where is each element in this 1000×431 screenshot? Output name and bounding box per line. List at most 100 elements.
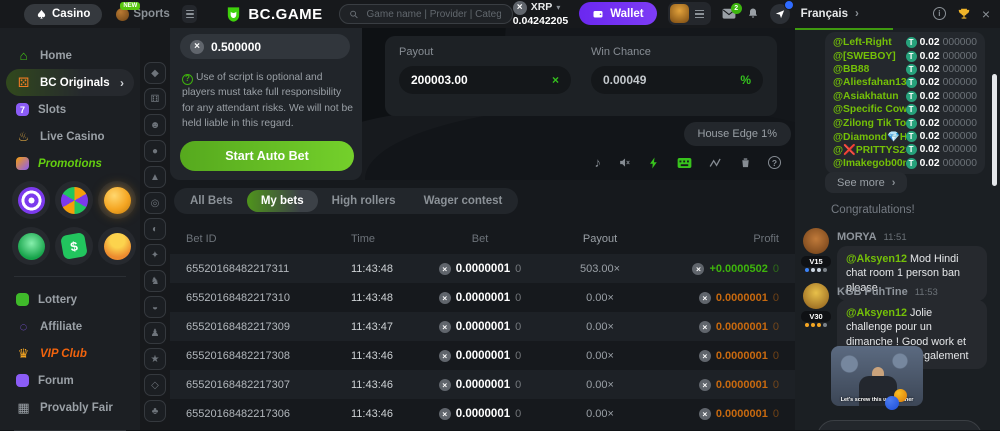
sidebar-item-lottery[interactable]: Lottery bbox=[0, 286, 140, 313]
promo-tile[interactable]: $ bbox=[55, 227, 93, 265]
language-selector[interactable]: Français › bbox=[801, 8, 859, 20]
emoji-reaction-blue[interactable] bbox=[885, 396, 899, 410]
table-row[interactable]: 6552016848221730711:43:46×0.000000100.00… bbox=[170, 370, 795, 399]
game-icon[interactable]: ☻ bbox=[144, 114, 166, 136]
music-button[interactable]: ♪ bbox=[595, 155, 602, 170]
rain-mention-row: @Diamond💎Hu...T0.02000000 bbox=[833, 130, 977, 143]
amount-value: 0.02 bbox=[920, 77, 940, 88]
chevron-right-icon: › bbox=[855, 8, 859, 20]
promo-tile[interactable] bbox=[55, 181, 93, 219]
table-row[interactable]: 6552016848221730611:43:46×0.000000100.00… bbox=[170, 399, 795, 428]
mention-link[interactable]: @Aksyen12 bbox=[846, 253, 907, 265]
sidebar-item-affiliate[interactable]: ◌Affiliate bbox=[0, 313, 140, 340]
mention-username[interactable]: @Diamond💎Hu... bbox=[833, 130, 906, 143]
sidebar-item-label: VIP Club bbox=[40, 348, 87, 360]
house-edge-badge: House Edge 1% bbox=[684, 122, 792, 146]
help-button[interactable]: ? bbox=[768, 156, 781, 169]
game-icon[interactable]: ◎ bbox=[144, 192, 166, 214]
table-row[interactable]: 6552016848221731111:43:48×0.00000010503.… bbox=[170, 254, 795, 283]
tab-wager-contest[interactable]: Wager contest bbox=[410, 190, 517, 212]
table-row[interactable]: 6552016848221730811:43:46×0.000000100.00… bbox=[170, 341, 795, 370]
site-logo[interactable]: BC.GAME bbox=[225, 6, 322, 23]
mention-username[interactable]: @Left-Right bbox=[833, 37, 892, 48]
chat-toggle-button[interactable] bbox=[770, 4, 790, 24]
game-icon[interactable]: ★ bbox=[144, 348, 166, 370]
game-icon[interactable]: ◆ bbox=[144, 62, 166, 84]
see-more-button[interactable]: See more› bbox=[825, 172, 907, 193]
sidebar-item-vip-club[interactable]: ♛VIP Club bbox=[0, 340, 140, 367]
sidebar-item-forum[interactable]: Forum bbox=[0, 367, 140, 394]
sidebar-item-provably-fair[interactable]: ▦Provably Fair bbox=[0, 394, 140, 421]
sidebar-item-home[interactable]: ⌂Home bbox=[0, 42, 140, 69]
mention-username[interactable]: @Specific Cowden bbox=[833, 104, 906, 115]
game-icon[interactable]: ♟ bbox=[144, 322, 166, 344]
chat-scrollbar[interactable] bbox=[992, 74, 997, 186]
tab-my-bets[interactable]: My bets bbox=[247, 190, 318, 212]
clear-history-button[interactable] bbox=[740, 156, 751, 169]
amount-value: 0.02 bbox=[920, 91, 940, 102]
table-row[interactable]: 6552016848221731011:43:48×0.000000100.00… bbox=[170, 283, 795, 312]
game-icon[interactable]: ◇ bbox=[144, 374, 166, 396]
game-icon[interactable]: ♣ bbox=[144, 400, 166, 422]
payout-input[interactable]: 200003.00 × bbox=[399, 66, 571, 94]
table-row[interactable]: 6552016848221730911:43:47×0.000000100.00… bbox=[170, 312, 795, 341]
user-menu[interactable] bbox=[668, 2, 711, 25]
avatar[interactable] bbox=[803, 228, 829, 254]
mention-username[interactable]: @❌PRITTYS233❌ bbox=[833, 143, 906, 156]
wallet-button[interactable]: Wallet bbox=[579, 2, 656, 25]
promo-tile[interactable] bbox=[12, 181, 50, 219]
hotkeys-button[interactable] bbox=[677, 157, 692, 169]
mention-username[interactable]: @Asiakhatun bbox=[833, 91, 899, 102]
tab-high-rollers[interactable]: High rollers bbox=[318, 190, 410, 212]
clear-icon[interactable]: × bbox=[552, 73, 559, 87]
game-icon[interactable]: ◒ bbox=[144, 296, 166, 318]
turbo-button[interactable] bbox=[648, 156, 660, 170]
game-icon[interactable]: ● bbox=[144, 140, 166, 162]
sidebar-item-label: Lottery bbox=[38, 294, 77, 306]
live-casino-icon: ♨ bbox=[16, 129, 31, 144]
game-icon[interactable]: ▲ bbox=[144, 166, 166, 188]
sidebar-item-live-casino[interactable]: ♨Live Casino bbox=[0, 123, 140, 150]
mention-link[interactable]: @Aksyen12 bbox=[846, 307, 907, 319]
inbox-button[interactable]: 2 bbox=[722, 8, 736, 20]
amount-value: 0.02 bbox=[920, 51, 940, 62]
forum-icon bbox=[16, 374, 29, 387]
promo-tile[interactable] bbox=[12, 227, 50, 265]
game-search[interactable] bbox=[339, 4, 513, 24]
avatar[interactable] bbox=[803, 283, 829, 309]
win-chance-input[interactable]: 0.00049 % bbox=[591, 66, 763, 94]
mention-username[interactable]: @BB88 bbox=[833, 64, 869, 75]
promo-tile[interactable] bbox=[98, 227, 136, 265]
game-icon[interactable]: ⚅ bbox=[144, 88, 166, 110]
search-input[interactable] bbox=[365, 8, 503, 21]
menu-button[interactable] bbox=[182, 5, 198, 23]
sound-button[interactable] bbox=[618, 156, 631, 169]
sidebar-item-promotions[interactable]: Promotions bbox=[0, 150, 140, 177]
info-button[interactable]: i bbox=[933, 7, 946, 20]
promo-tile[interactable] bbox=[98, 181, 136, 219]
notifications-button[interactable] bbox=[747, 7, 759, 20]
game-icon[interactable]: ✦ bbox=[144, 244, 166, 266]
trends-button[interactable] bbox=[709, 157, 723, 169]
mention-username[interactable]: @Imakegob00m... bbox=[833, 158, 906, 169]
profit-value: 0.0000001 bbox=[716, 321, 768, 333]
tab-all-bets[interactable]: All Bets bbox=[176, 190, 247, 212]
sports-toggle[interactable]: NEW Sports bbox=[116, 8, 169, 21]
sidebar-item-slots[interactable]: 7Slots bbox=[0, 96, 140, 123]
start-auto-bet-button[interactable]: Start Auto Bet bbox=[180, 141, 354, 171]
close-icon[interactable]: × bbox=[982, 6, 990, 22]
chat-gif-attachment[interactable]: Let's screw this up together bbox=[831, 346, 923, 406]
balance-selector[interactable]: × XRP ▾ 0.04242205 bbox=[513, 1, 568, 27]
mention-username[interactable]: @Aliesfahan1363 bbox=[833, 77, 906, 88]
rewards-button[interactable] bbox=[957, 7, 971, 21]
game-icon[interactable]: ♞ bbox=[144, 270, 166, 292]
bet-amount-input[interactable]: × 0.500000 bbox=[180, 34, 350, 59]
profit-value: 0.0000001 bbox=[716, 350, 768, 362]
game-icon[interactable]: ◐ bbox=[144, 218, 166, 240]
mention-username[interactable]: @Zilong Tik Tok bbox=[833, 118, 906, 129]
sidebar-item-bc-originals[interactable]: ⚄BC Originals› bbox=[6, 69, 134, 96]
chat-input[interactable] bbox=[817, 420, 982, 430]
payout-card: Payout 200003.00 × Win Chance 0.00049 % bbox=[385, 36, 777, 116]
casino-toggle[interactable]: Casino bbox=[24, 4, 102, 25]
mention-username[interactable]: @[SWEBOY] bbox=[833, 51, 896, 62]
